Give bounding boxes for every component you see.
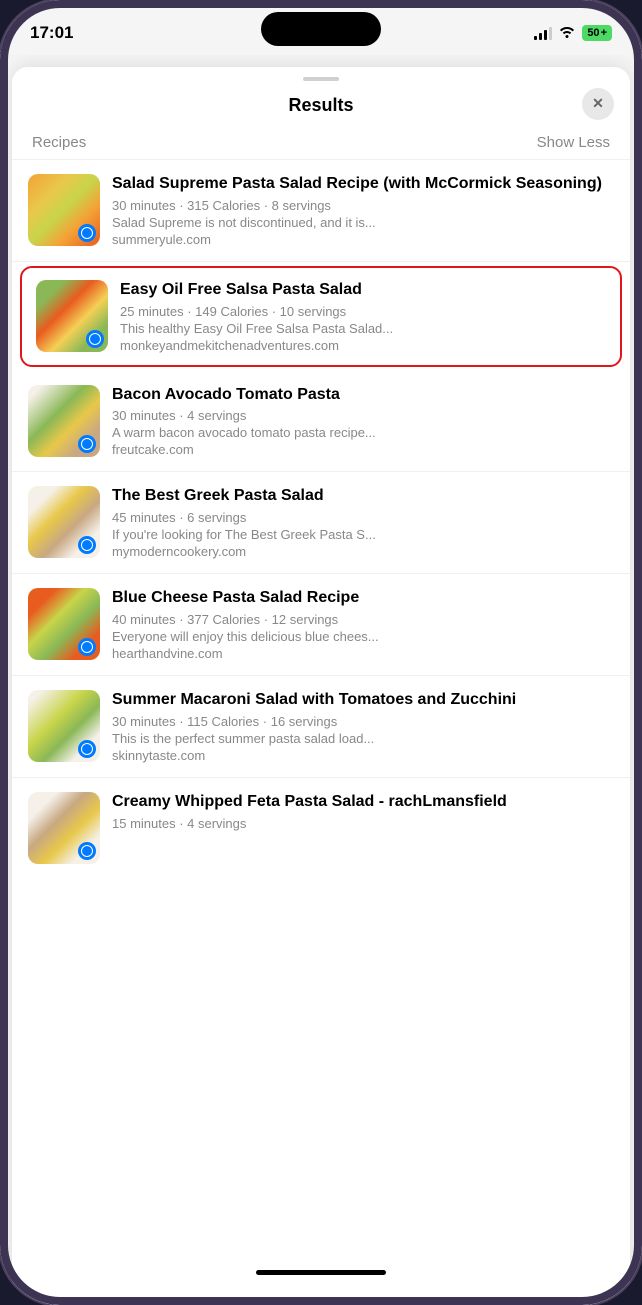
recipe-thumbnail-easy-oil-free	[36, 280, 108, 352]
recipe-source: freutcake.com	[112, 442, 614, 457]
recipe-item-whipped-feta[interactable]: Creamy Whipped Feta Pasta Salad - rachLm…	[12, 778, 630, 864]
recipe-item-easy-oil-free[interactable]: Easy Oil Free Salsa Pasta Salad 25 minut…	[20, 266, 622, 367]
status-time: 17:01	[30, 23, 73, 43]
modal-title: Results	[288, 95, 353, 116]
recipe-thumbnail-blue-cheese	[28, 588, 100, 660]
recipe-thumbnail-whipped-feta	[28, 792, 100, 864]
recipe-info-summer-mac: Summer Macaroni Salad with Tomatoes and …	[112, 690, 614, 763]
recipe-item-salad-supreme[interactable]: Salad Supreme Pasta Salad Recipe (with M…	[12, 160, 630, 262]
recipe-meta: 45 minutes · 6 servings	[112, 510, 614, 525]
recipe-meta: 15 minutes · 4 servings	[112, 816, 614, 831]
recipe-info-easy-oil-free: Easy Oil Free Salsa Pasta Salad 25 minut…	[120, 280, 606, 353]
modal-header: Results ✕	[12, 81, 630, 126]
recipe-desc: Salad Supreme is not discontinued, and i…	[112, 215, 614, 230]
recipe-item-blue-cheese[interactable]: Blue Cheese Pasta Salad Recipe 40 minute…	[12, 574, 630, 676]
recipe-title: Easy Oil Free Salsa Pasta Salad	[120, 280, 606, 301]
recipe-source: mymoderncookery.com	[112, 544, 614, 559]
recipe-meta: 30 minutes · 4 servings	[112, 408, 614, 423]
recipe-desc: This is the perfect summer pasta salad l…	[112, 731, 614, 746]
recipe-thumbnail-bacon-avocado	[28, 385, 100, 457]
recipe-title: Blue Cheese Pasta Salad Recipe	[112, 588, 614, 609]
recipe-desc: This healthy Easy Oil Free Salsa Pasta S…	[120, 321, 606, 336]
recipe-info-salad-supreme: Salad Supreme Pasta Salad Recipe (with M…	[112, 174, 614, 247]
safari-badge	[78, 224, 96, 242]
recipe-thumbnail-greek-pasta	[28, 486, 100, 558]
recipe-info-bacon-avocado: Bacon Avocado Tomato Pasta 30 minutes · …	[112, 385, 614, 458]
recipe-meta: 25 minutes · 149 Calories · 10 servings	[120, 304, 606, 319]
recipe-desc: Everyone will enjoy this delicious blue …	[112, 629, 614, 644]
recipe-thumbnail-summer-mac	[28, 690, 100, 762]
wifi-icon	[558, 24, 576, 41]
recipe-title: Salad Supreme Pasta Salad Recipe (with M…	[112, 174, 614, 195]
show-less-button[interactable]: Show Less	[537, 134, 610, 151]
recipe-list: Salad Supreme Pasta Salad Recipe (with M…	[12, 160, 630, 1305]
main-content: Results ✕ Recipes Show Less Salad Suprem…	[0, 55, 642, 1305]
recipe-info-whipped-feta: Creamy Whipped Feta Pasta Salad - rachLm…	[112, 792, 614, 833]
safari-badge	[78, 435, 96, 453]
recipe-title: The Best Greek Pasta Salad	[112, 486, 614, 507]
recipe-title: Creamy Whipped Feta Pasta Salad - rachLm…	[112, 792, 614, 813]
section-label: Recipes	[32, 134, 86, 151]
battery-icon: 50+	[582, 25, 612, 41]
recipe-item-summer-mac[interactable]: Summer Macaroni Salad with Tomatoes and …	[12, 676, 630, 778]
signal-bar-2	[539, 33, 542, 40]
recipe-info-blue-cheese: Blue Cheese Pasta Salad Recipe 40 minute…	[112, 588, 614, 661]
recipe-item-greek-pasta[interactable]: The Best Greek Pasta Salad 45 minutes · …	[12, 472, 630, 574]
safari-badge	[78, 638, 96, 656]
recipe-item-bacon-avocado[interactable]: Bacon Avocado Tomato Pasta 30 minutes · …	[12, 371, 630, 473]
signal-bars-icon	[534, 26, 552, 40]
recipe-info-greek-pasta: The Best Greek Pasta Salad 45 minutes · …	[112, 486, 614, 559]
safari-badge	[78, 842, 96, 860]
recipe-source: monkeyandmekitchenadventures.com	[120, 338, 606, 353]
recipe-desc: A warm bacon avocado tomato pasta recipe…	[112, 425, 614, 440]
recipe-desc: If you're looking for The Best Greek Pas…	[112, 527, 614, 542]
recipe-thumbnail-salad-supreme	[28, 174, 100, 246]
recipe-meta: 40 minutes · 377 Calories · 12 servings	[112, 612, 614, 627]
phone-frame: 17:01 50+ Results ✕	[0, 0, 642, 1305]
recipe-source: hearthandvine.com	[112, 646, 614, 661]
recipe-title: Summer Macaroni Salad with Tomatoes and …	[112, 690, 614, 711]
recipe-meta: 30 minutes · 115 Calories · 16 servings	[112, 714, 614, 729]
section-header: Recipes Show Less	[12, 126, 630, 160]
safari-badge	[78, 536, 96, 554]
close-button[interactable]: ✕	[582, 88, 614, 120]
signal-bar-3	[544, 30, 547, 40]
modal-sheet: Results ✕ Recipes Show Less Salad Suprem…	[12, 67, 630, 1305]
recipe-meta: 30 minutes · 315 Calories · 8 servings	[112, 198, 614, 213]
home-indicator	[256, 1270, 386, 1275]
signal-bar-1	[534, 36, 537, 40]
status-icons: 50+	[534, 24, 612, 41]
recipe-source: skinnytaste.com	[112, 748, 614, 763]
safari-badge	[78, 740, 96, 758]
recipe-source: summeryule.com	[112, 232, 614, 247]
recipe-title: Bacon Avocado Tomato Pasta	[112, 385, 614, 406]
safari-badge	[86, 330, 104, 348]
dynamic-island	[261, 12, 381, 46]
signal-bar-4	[549, 27, 552, 40]
